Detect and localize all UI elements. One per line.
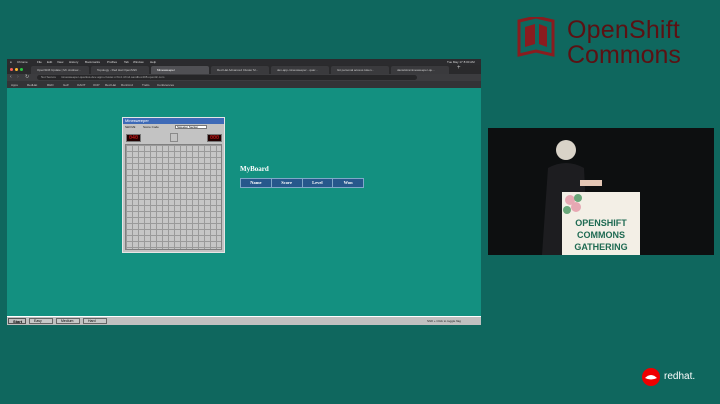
speaker-camera-feed: OPENSHIFT COMMONS GATHERING [488,128,714,255]
menubar-clock: Tue May 17 8:00 AM [447,60,475,64]
menubar-bookmarks[interactable]: Bookmarks [85,60,100,64]
redhat-wordmark: redhat. [664,371,696,382]
redhat-logo: redhat. [640,368,710,388]
board-title: MyBoard [240,165,269,173]
forward-icon[interactable]: › [17,74,19,80]
hard-button[interactable]: Hard [83,318,107,324]
browser-tab[interactable]: OpenShift Update | Mr. Andrew... [31,66,89,74]
bookmark-item[interactable]: OCP [93,83,100,87]
column-header-level: Level [301,179,333,187]
close-window-icon[interactable] [10,68,13,71]
bookmark-item[interactable]: Golf [63,83,69,87]
minesweeper-title: Minesweeper [123,118,224,124]
browser-tab[interactable]: Git personal access token... [331,66,389,74]
score-code-menu[interactable]: Score Code [143,125,159,129]
menubar-chrome[interactable]: Chrome [17,60,28,64]
smiley-reset-button[interactable] [170,133,178,142]
menubar-history[interactable]: History [69,60,78,64]
book-icon [517,17,555,57]
bookmark-item[interactable]: OAOT [77,83,86,87]
medium-button[interactable]: Medium [56,318,80,324]
reload-icon[interactable]: ↻ [25,74,29,80]
flower-icon [563,194,582,214]
mine-counter: 040 [126,134,141,142]
menubar-window[interactable]: Window [133,60,144,64]
podium-line-openshift: OPENSHIFT [575,218,627,228]
browser-tab-active[interactable]: Minesweeper [151,66,209,74]
player-name-input[interactable]: Sweeter Secker [175,125,207,129]
new-tab-icon[interactable]: + [457,65,461,71]
menubar-help[interactable]: Help [150,60,156,64]
menubar-edit[interactable]: Edit [47,60,52,64]
browser-tab[interactable]: dev-app-minesweeper - quar... [271,66,329,74]
browser-tab[interactable]: Topology - Red Hat OpenShift [91,66,149,74]
bookmark-item[interactable]: RunCmd [121,83,133,87]
zoom-window-icon[interactable] [20,68,23,71]
bookmark-item[interactable]: RedHat [27,83,37,87]
menubar-profiles[interactable]: Profiles [107,60,117,64]
bookmark-item[interactable]: Apps [11,83,18,87]
web-page: Minesweeper Skill Mk Score Code Sweeter … [7,88,481,316]
back-icon[interactable]: ‹ [10,74,12,80]
bookmark-item[interactable]: Red Hat [105,83,116,87]
start-button[interactable]: Start [8,318,26,324]
menubar-file[interactable]: File [37,60,42,64]
openshift-commons-logo: OpenShift Commons [515,15,705,71]
flag-hint: Shift + Click to toggle flag [427,319,461,323]
menubar-tab[interactable]: Tab [124,60,129,64]
browser-tab[interactable]: danielstraminesweeper-qu... [391,66,449,74]
url-field[interactable]: Not Secure minesweeper-quarkus-dev-apps.… [37,75,417,80]
column-header-name: Name [241,179,271,187]
not-secure-label: Not Secure [41,75,57,79]
bookmark-item[interactable]: Trello [142,83,149,87]
menubar-view[interactable]: View [57,60,63,64]
column-header-score: Score [270,179,302,187]
mine-grid[interactable] [125,144,222,250]
podium-sign: OPENSHIFT COMMONS GATHERING [562,192,640,255]
timer: 000 [207,134,222,142]
bookmark-item[interactable]: Conferences [157,83,174,87]
board-table-header: Name Score Level Won [240,178,364,188]
podium-line-commons: COMMONS [577,230,625,240]
minimize-window-icon[interactable] [15,68,18,71]
address-bar-row: ‹ › ↻ Not Secure minesweeper-quarkus-dev… [7,74,481,81]
logo-line-commons: Commons [567,41,681,69]
browser-tab[interactable]: Red Hat Advanced Cluster M... [211,66,269,74]
easy-button[interactable]: Easy [29,318,53,324]
redhat-hat-icon [642,368,660,386]
url-text: minesweeper-quarkus-dev-apps.cluster-rcf… [60,75,165,79]
skill-menu[interactable]: Skill Mk [125,125,135,129]
column-header-won: Won [332,179,363,187]
podium-line-gathering: GATHERING [574,242,628,252]
browser-tabbar: OpenShift Update | Mr. Andrew... Topolog… [7,65,481,74]
apple-icon[interactable]: ● [10,60,12,64]
minesweeper-window: Minesweeper Skill Mk Score Code Sweeter … [122,117,225,253]
bookmark-item[interactable]: RHD [47,83,54,87]
bookmarks-bar: Apps RedHat RHD Golf OAOT OCP Red Hat Ru… [7,81,481,88]
screen-share: ● Chrome File Edit View History Bookmark… [7,59,481,325]
taskbar: Start Easy Medium Hard Shift + Click to … [7,316,481,325]
